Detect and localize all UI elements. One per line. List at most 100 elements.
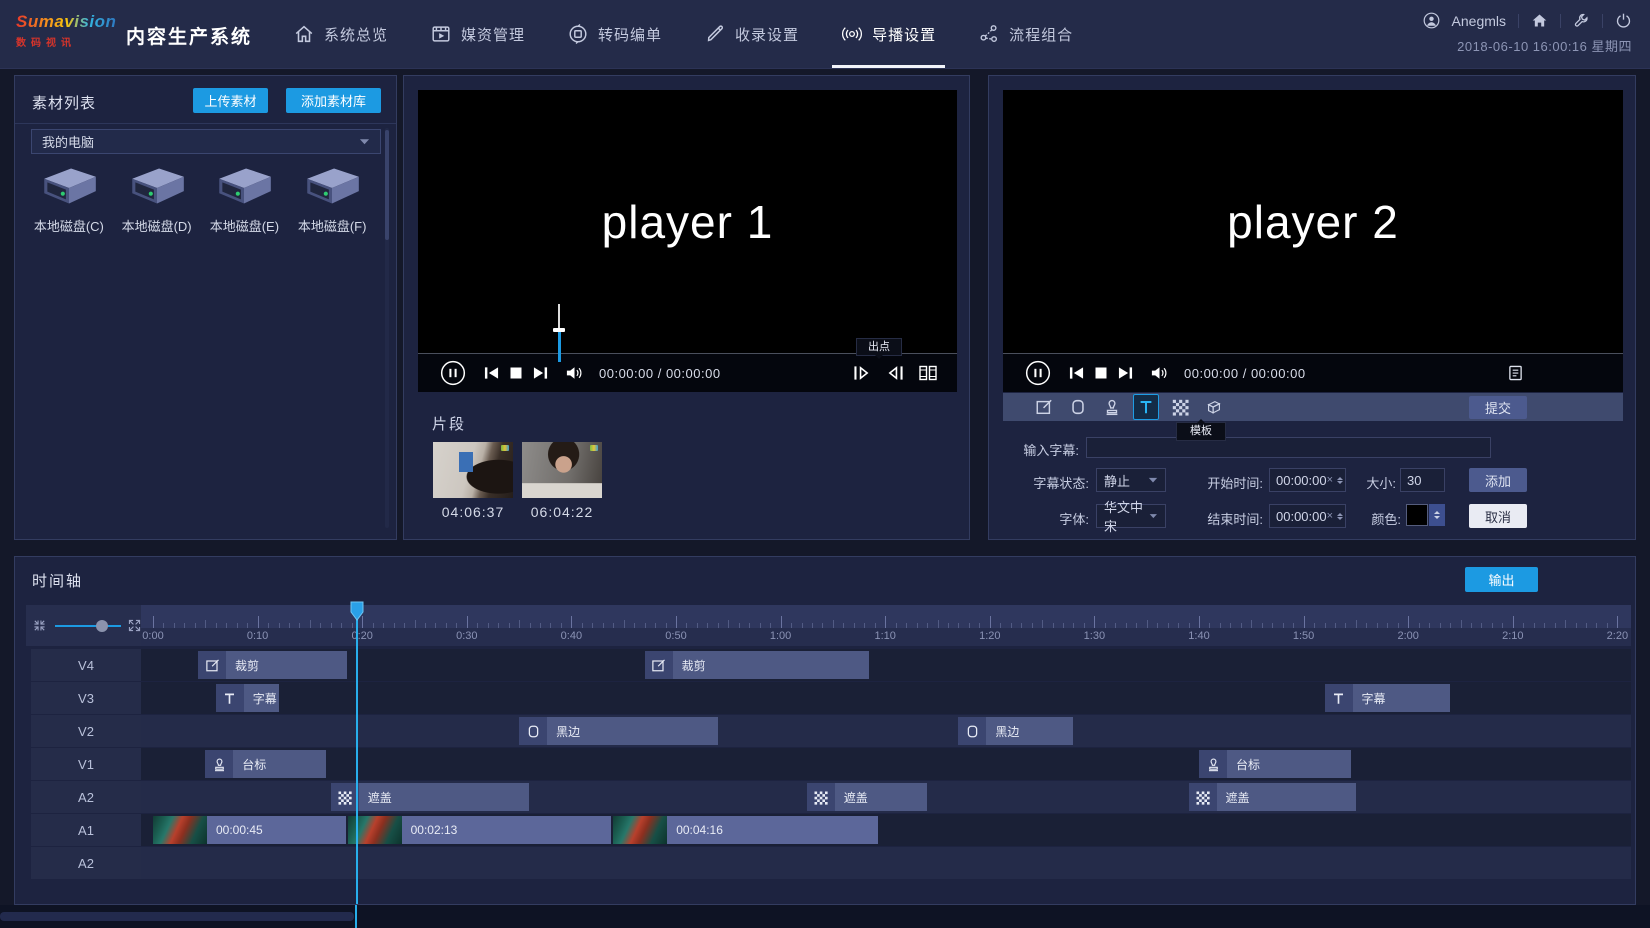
power-icon[interactable] bbox=[1615, 12, 1632, 29]
track-lane[interactable] bbox=[141, 847, 1631, 879]
black-border-tool-button[interactable] bbox=[1065, 394, 1091, 420]
volume-button[interactable] bbox=[565, 365, 584, 381]
pause-button[interactable] bbox=[440, 360, 466, 386]
nav-item-1[interactable]: 媒资管理 bbox=[409, 0, 546, 68]
timeline-clip[interactable]: 字幕 bbox=[1325, 684, 1451, 712]
timeline-clip[interactable]: 裁剪 bbox=[198, 651, 347, 679]
subtitle-state-select[interactable]: 静止 bbox=[1096, 468, 1166, 492]
timeline-clip[interactable]: 黑边 bbox=[958, 717, 1073, 745]
media-icon bbox=[430, 23, 452, 45]
timeline-clip[interactable]: 00:02:13 bbox=[348, 816, 612, 844]
pause-button[interactable] bbox=[1025, 360, 1051, 386]
end-time-input[interactable]: 00:00:00 × bbox=[1269, 504, 1346, 528]
zoom-slider-handle[interactable] bbox=[96, 620, 108, 632]
stop-button[interactable] bbox=[1094, 366, 1108, 380]
playhead-line[interactable] bbox=[356, 605, 358, 904]
subtitle-tool-button[interactable] bbox=[1133, 394, 1159, 420]
timeline-clip[interactable]: 字幕 bbox=[216, 684, 279, 712]
ruler-label: 0:50 bbox=[665, 630, 686, 642]
time-stepper[interactable] bbox=[1337, 513, 1343, 520]
color-swatch[interactable] bbox=[1406, 504, 1428, 526]
start-time-input[interactable]: 00:00:00 × bbox=[1269, 468, 1346, 492]
timeline-clip[interactable]: 遮盖 bbox=[1189, 783, 1356, 811]
timeline-clip[interactable]: 黑边 bbox=[519, 717, 718, 745]
clip-thumbnail[interactable] bbox=[433, 442, 513, 498]
station-logo-tool-button[interactable] bbox=[1099, 394, 1125, 420]
disk-item[interactable]: 本地磁盘(E) bbox=[201, 164, 289, 235]
nav-item-5[interactable]: 流程组合 bbox=[957, 0, 1094, 68]
ruler-label: 2:00 bbox=[1397, 630, 1418, 642]
upload-material-button[interactable]: 上传素材 bbox=[193, 88, 268, 113]
volume-slider[interactable] bbox=[550, 304, 568, 362]
submit-button[interactable]: 提交 bbox=[1469, 396, 1527, 419]
clip-list-button[interactable] bbox=[918, 365, 938, 381]
subtitle-input[interactable] bbox=[1086, 437, 1491, 458]
materials-scrollbar[interactable] bbox=[385, 128, 389, 528]
broadcast-production-app: { "brand": {"logo_top": "Sumavision", "l… bbox=[0, 0, 1650, 928]
cancel-button[interactable]: 取消 bbox=[1469, 504, 1527, 528]
settings-wrench-icon[interactable] bbox=[1573, 12, 1590, 29]
timeline-clip[interactable]: 台标 bbox=[205, 750, 325, 778]
skip-start-button[interactable] bbox=[1069, 366, 1084, 380]
timeline-clip[interactable]: 裁剪 bbox=[645, 651, 870, 679]
zoom-out-icon[interactable] bbox=[33, 619, 46, 632]
timeline-clip[interactable]: 台标 bbox=[1199, 750, 1351, 778]
track-lane[interactable]: 00:00:4500:02:1300:04:16 bbox=[141, 814, 1631, 846]
volume-button[interactable] bbox=[1150, 365, 1169, 381]
stop-button[interactable] bbox=[509, 366, 523, 380]
playhead-line bbox=[355, 905, 357, 928]
nav-item-3[interactable]: 收录设置 bbox=[683, 0, 820, 68]
in-point-button[interactable] bbox=[853, 365, 870, 381]
skip-end-button[interactable] bbox=[533, 366, 548, 380]
mask-tool-button[interactable] bbox=[1167, 394, 1193, 420]
clear-icon[interactable]: × bbox=[1327, 474, 1333, 486]
out-point-button[interactable] bbox=[887, 365, 904, 381]
home-icon[interactable] bbox=[1531, 12, 1548, 29]
track-lane[interactable]: 裁剪 裁剪 bbox=[141, 649, 1631, 681]
timeline-ruler[interactable]: 0:000:100:200:300:400:501:001:101:201:30… bbox=[141, 605, 1631, 646]
add-library-button[interactable]: 添加素材库 bbox=[286, 88, 381, 113]
clear-icon[interactable]: × bbox=[1327, 510, 1333, 522]
track-lane[interactable]: 字幕 字幕 bbox=[141, 682, 1631, 714]
skip-start-button[interactable] bbox=[484, 366, 499, 380]
playlist-button[interactable] bbox=[1508, 364, 1523, 382]
playhead-marker[interactable] bbox=[350, 601, 364, 621]
nav-item-0[interactable]: 系统总览 bbox=[272, 0, 409, 68]
home-icon bbox=[293, 23, 315, 45]
disk-item[interactable]: 本地磁盘(D) bbox=[113, 164, 201, 235]
zoom-in-icon[interactable] bbox=[128, 619, 141, 632]
track-lane[interactable]: 台标 台标 bbox=[141, 748, 1631, 780]
time-stepper[interactable] bbox=[1337, 477, 1343, 484]
color-stepper[interactable] bbox=[1429, 504, 1445, 526]
brand-logo: Sumavision 数码视讯 bbox=[16, 12, 126, 49]
disk-item[interactable]: 本地磁盘(F) bbox=[288, 164, 376, 235]
nav-item-label: 转码编单 bbox=[598, 24, 662, 45]
location-dropdown[interactable]: 我的电脑 bbox=[31, 129, 381, 154]
skip-end-button[interactable] bbox=[1118, 366, 1133, 380]
text-icon-box bbox=[1325, 684, 1353, 712]
zoom-slider[interactable] bbox=[55, 625, 121, 627]
timeline-clip[interactable]: 遮盖 bbox=[807, 783, 927, 811]
crop-tool-button[interactable] bbox=[1031, 394, 1057, 420]
brand-logo-text: Sumavision bbox=[16, 12, 126, 32]
timeline-clip[interactable]: 00:04:16 bbox=[613, 816, 878, 844]
location-dropdown-value: 我的电脑 bbox=[42, 132, 94, 151]
divider bbox=[1602, 14, 1603, 28]
text-icon bbox=[222, 691, 237, 706]
nav-item-2[interactable]: 转码编单 bbox=[546, 0, 683, 68]
timeline-clip[interactable]: 00:00:45 bbox=[153, 816, 346, 844]
disk-item[interactable]: 本地磁盘(C) bbox=[25, 164, 113, 235]
timeline-clip[interactable]: 遮盖 bbox=[331, 783, 530, 811]
scrollbar-handle[interactable] bbox=[0, 912, 354, 921]
clip-thumbnail[interactable] bbox=[522, 442, 602, 498]
output-button[interactable]: 输出 bbox=[1465, 567, 1538, 592]
size-input[interactable] bbox=[1400, 468, 1445, 492]
add-subtitle-button[interactable]: 添加 bbox=[1469, 468, 1527, 492]
checker-icon bbox=[1171, 398, 1189, 416]
track-lane[interactable]: 遮盖 遮盖 遮盖 bbox=[141, 781, 1631, 813]
nav-item-4[interactable]: 导播设置 bbox=[820, 0, 957, 68]
materials-title: 素材列表 bbox=[32, 92, 96, 113]
font-select[interactable]: 华文中宋 bbox=[1096, 504, 1166, 528]
track-lane[interactable]: 黑边 黑边 bbox=[141, 715, 1631, 747]
checker-icon-box bbox=[807, 783, 835, 811]
